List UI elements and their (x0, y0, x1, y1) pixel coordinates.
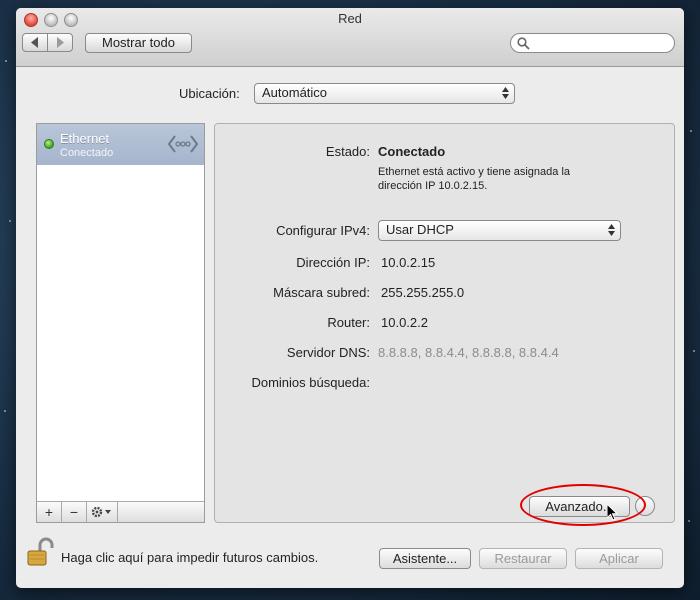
revert-button[interactable]: Restaurar (479, 548, 567, 569)
configure-ipv4-label: Configurar IPv4: (276, 223, 370, 238)
assistant-button[interactable]: Asistente... (379, 548, 471, 569)
mouse-cursor-icon (607, 504, 619, 521)
ip-address-value: 10.0.2.15 (381, 255, 436, 270)
search-domains-label: Dominios búsqueda: (251, 375, 370, 390)
desktop-star (9, 220, 11, 222)
dns-server-label: Servidor DNS: (286, 345, 370, 360)
gear-icon (91, 506, 111, 518)
desktop-star (688, 520, 690, 522)
unlocked-padlock-icon[interactable] (26, 537, 56, 567)
back-button[interactable] (22, 33, 48, 52)
title-bar: Red Mostrar todo (16, 8, 684, 67)
status-description-line2: dirección IP 10.0.2.15. (378, 180, 488, 192)
popup-arrows-icon (502, 87, 509, 99)
location-value: Automático (262, 85, 328, 100)
ethernet-icon (168, 135, 198, 153)
show-all-button[interactable]: Mostrar todo (85, 33, 192, 53)
search-field[interactable] (510, 33, 675, 53)
network-preferences-window: Red Mostrar todo Ubicación: Automático E… (16, 8, 684, 588)
action-menu-button[interactable] (87, 502, 118, 522)
service-item-ethernet[interactable]: Ethernet Conectado (37, 124, 204, 165)
router-value: 10.0.2.2 (381, 315, 428, 330)
status-value: Conectado (378, 144, 446, 159)
ip-address-label: Dirección IP: (296, 255, 370, 270)
service-name: Ethernet (60, 131, 110, 146)
service-status: Conectado (60, 147, 114, 159)
search-icon (517, 37, 530, 50)
configure-ipv4-value: Usar DHCP (386, 222, 454, 237)
highlight-circle (520, 484, 646, 526)
status-description-line1: Ethernet está activo y tiene asignada la (378, 166, 571, 178)
status-dot-icon (44, 139, 54, 149)
router-label: Router: (327, 315, 370, 330)
location-label: Ubicación: (179, 86, 240, 101)
desktop-star (693, 350, 695, 352)
chevron-right-icon (57, 37, 64, 48)
service-list: Ethernet Conectado + − (36, 123, 205, 523)
subnet-mask-label: Máscara subred: (273, 285, 370, 300)
subnet-mask-value: 255.255.255.0 (381, 285, 465, 300)
location-popup[interactable]: Automático (254, 83, 515, 104)
configure-ipv4-popup[interactable]: Usar DHCP (378, 220, 621, 241)
lock-message[interactable]: Haga clic aquí para impedir futuros camb… (61, 550, 318, 565)
remove-service-button[interactable]: − (62, 502, 87, 522)
desktop-star (5, 60, 7, 62)
add-service-button[interactable]: + (37, 502, 62, 522)
popup-arrows-icon (608, 224, 615, 236)
forward-button[interactable] (47, 33, 73, 52)
dns-server-value: 8.8.8.8, 8.8.4.4, 8.8.8.8, 8.8.4.4 (378, 345, 559, 360)
desktop-star (690, 130, 692, 132)
desktop-star (4, 410, 6, 412)
service-list-toolbar: + − (37, 501, 204, 522)
apply-button[interactable]: Aplicar (575, 548, 663, 569)
status-label: Estado: (325, 144, 370, 159)
window-title: Red (338, 11, 362, 26)
details-panel: Estado: Conectado Ethernet está activo y… (214, 123, 675, 526)
chevron-left-icon (31, 37, 38, 48)
